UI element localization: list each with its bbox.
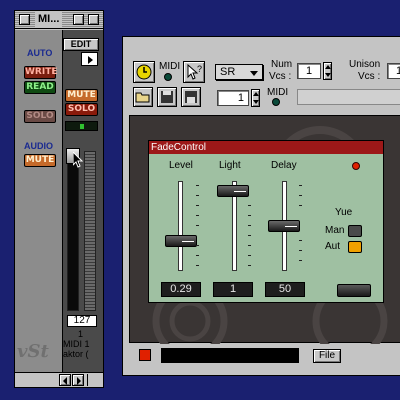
fade-control-title: FadeControl [151, 142, 207, 153]
edit-arrow-button[interactable] [81, 52, 98, 66]
help-arrow-icon: ? [187, 63, 202, 80]
vst-logo: vSt [17, 341, 49, 362]
level-value: 0.29 [161, 282, 201, 297]
volume-fader-track[interactable] [67, 151, 79, 311]
solo-inactive-indicator: SOLO [24, 110, 56, 123]
level-label: Level [169, 160, 193, 171]
edit-button[interactable]: EDIT [63, 38, 99, 51]
close-box-icon[interactable] [19, 14, 30, 25]
man-label: Man [325, 225, 345, 236]
horizontal-scrollbar[interactable] [15, 372, 103, 387]
channel-title-bar[interactable]: MI... [15, 11, 103, 29]
help-cursor-button[interactable]: ? [183, 61, 205, 83]
mouse-cursor-icon [72, 150, 84, 171]
num-vcs-field[interactable]: 1 [297, 63, 321, 79]
file-button[interactable]: File [313, 349, 341, 363]
num-vcs-stepper[interactable] [323, 62, 332, 80]
auto-label: AUTO [27, 48, 53, 58]
voices-field[interactable]: 1 [217, 90, 249, 106]
unison-vcs-field[interactable]: 1 [387, 63, 400, 79]
fade-control-title-bar[interactable]: FadeControl [149, 141, 383, 154]
vcs-label: Vcs : [269, 71, 292, 82]
save-as-disk-icon [185, 91, 197, 103]
folder-icon [135, 92, 150, 103]
resize-grip-icon[interactable] [87, 374, 101, 386]
level-slider-handle[interactable] [165, 235, 197, 247]
clock-icon [136, 64, 152, 80]
channel-number: 1 [78, 329, 84, 339]
zoom-box-icon[interactable] [73, 14, 84, 25]
channel-window: MI... EDIT AUTO WRITE READ MUTE SOLO SOL… [14, 10, 104, 388]
trigger-button[interactable] [337, 284, 371, 297]
delay-label: Delay [271, 160, 297, 171]
audio-mute-button[interactable]: MUTE [24, 154, 56, 167]
level-meter-indicator [65, 121, 98, 131]
status-led-icon [352, 162, 360, 170]
save-disk-icon [161, 91, 173, 103]
channel-name: MIDI 1 [63, 339, 90, 349]
midi-led-icon [164, 73, 172, 81]
fader-value: 127 [67, 315, 97, 327]
midi-led-2-icon [272, 98, 280, 106]
instrument-name: aktor ( [63, 349, 89, 359]
voices-stepper[interactable] [251, 89, 260, 107]
clock-button[interactable] [133, 61, 155, 83]
collapse-box-icon[interactable] [88, 14, 99, 25]
window-title: MI... [35, 12, 63, 27]
file-path-display [161, 348, 299, 363]
record-led-icon [139, 349, 151, 361]
audio-label: AUDIO [24, 141, 53, 151]
light-value: 1 [213, 282, 253, 297]
save-button[interactable] [157, 87, 177, 107]
unison-vcs-label: Vcs : [358, 71, 381, 82]
yue-label: Yue [335, 207, 353, 218]
mute-button[interactable]: MUTE [65, 89, 98, 102]
fade-control-panel: FadeControl Level Light Delay 0.29 1 50 … [148, 140, 384, 303]
midi-label-2: MIDI [267, 87, 289, 98]
open-folder-button[interactable] [133, 87, 153, 107]
scroll-right-arrow-icon[interactable] [72, 374, 84, 386]
snapshot-select[interactable]: SR [215, 64, 263, 80]
level-slider-track[interactable] [178, 181, 183, 271]
svg-text:?: ? [197, 64, 202, 74]
status-display [297, 89, 400, 105]
midi-label: MIDI [159, 61, 181, 72]
delay-slider-handle[interactable] [268, 220, 300, 232]
volume-meter [84, 151, 96, 311]
dropdown-arrow-icon [250, 71, 258, 76]
save-as-button[interactable] [181, 87, 201, 107]
light-label: Light [219, 160, 241, 171]
aut-label: Aut [325, 241, 341, 252]
man-button[interactable] [348, 225, 362, 237]
unison-label: Unison [349, 59, 381, 70]
read-button[interactable]: READ [24, 81, 56, 94]
write-button[interactable]: WRITE [24, 66, 58, 79]
solo-button[interactable]: SOLO [65, 103, 98, 116]
delay-value: 50 [265, 282, 305, 297]
num-label: Num [271, 59, 293, 70]
aut-button[interactable] [348, 241, 362, 253]
light-slider-handle[interactable] [217, 185, 249, 197]
scroll-left-arrow-icon[interactable] [59, 374, 71, 386]
